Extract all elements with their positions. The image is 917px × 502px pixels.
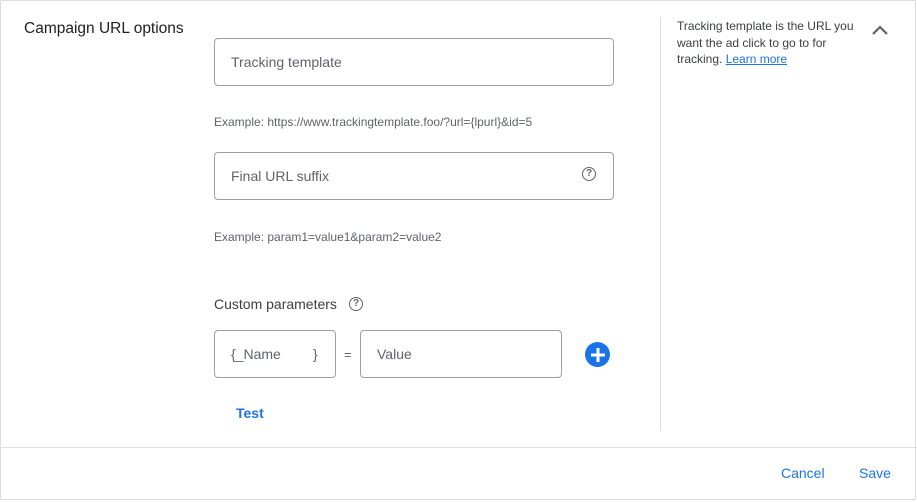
cancel-button[interactable]: Cancel [781,465,825,481]
section-title: Campaign URL options [24,20,184,37]
custom-param-value-input[interactable]: Value [360,330,562,378]
tracking-template-example: Example: https://www.trackingtemplate.fo… [214,115,533,129]
help-panel: Tracking template is the URL you want th… [677,18,862,68]
custom-param-name-placeholder: {_Name [231,346,281,362]
add-circle-icon[interactable] [585,342,610,367]
help-circle-icon[interactable]: ? [349,297,363,311]
custom-param-value-placeholder: Value [377,346,412,362]
campaign-url-options-card: Campaign URL options Tracking template E… [0,0,917,500]
final-url-suffix-placeholder: Final URL suffix [231,168,330,184]
custom-param-name-input[interactable]: {_Name } [214,330,336,378]
save-button[interactable]: Save [859,465,891,481]
custom-parameters-label: Custom parameters [214,296,337,312]
final-url-suffix-example: Example: param1=value1&param2=value2 [214,230,442,244]
chevron-up-icon[interactable] [870,22,890,38]
help-circle-icon[interactable]: ? [582,167,596,181]
final-url-suffix-input[interactable]: Final URL suffix ? [214,152,614,200]
footer-divider [1,447,917,448]
vertical-divider [660,17,661,431]
custom-param-name-close-brace: } [313,346,318,362]
equals-sign: = [344,347,352,362]
tracking-template-placeholder: Tracking template [231,54,342,70]
tracking-template-input[interactable]: Tracking template [214,38,614,86]
learn-more-link[interactable]: Learn more [726,52,787,66]
test-button[interactable]: Test [236,405,264,421]
